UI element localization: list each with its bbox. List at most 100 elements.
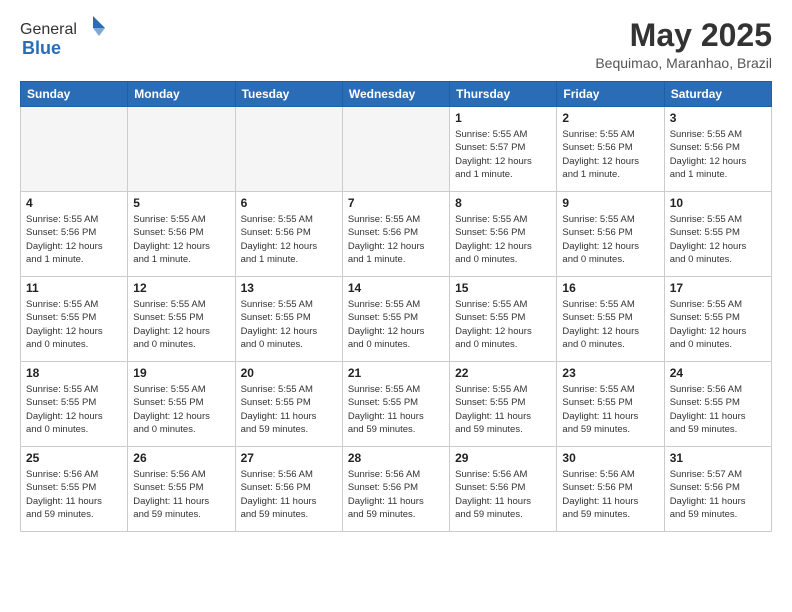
day-info-11: Sunrise: 5:55 AMSunset: 5:55 PMDaylight:… (26, 298, 122, 351)
day-info-18: Sunrise: 5:55 AMSunset: 5:55 PMDaylight:… (26, 383, 122, 436)
col-friday: Friday (557, 82, 664, 107)
day-number-19: 19 (133, 366, 229, 380)
day-number-9: 9 (562, 196, 658, 210)
day-number-18: 18 (26, 366, 122, 380)
day-number-1: 1 (455, 111, 551, 125)
calendar-header-row: Sunday Monday Tuesday Wednesday Thursday… (21, 82, 772, 107)
day-number-28: 28 (348, 451, 444, 465)
day-number-4: 4 (26, 196, 122, 210)
day-number-11: 11 (26, 281, 122, 295)
day-info-4: Sunrise: 5:55 AMSunset: 5:56 PMDaylight:… (26, 213, 122, 266)
day-info-27: Sunrise: 5:56 AMSunset: 5:56 PMDaylight:… (241, 468, 337, 521)
cell-week3-day2: 13Sunrise: 5:55 AMSunset: 5:55 PMDayligh… (235, 277, 342, 362)
col-saturday: Saturday (664, 82, 771, 107)
day-info-16: Sunrise: 5:55 AMSunset: 5:55 PMDaylight:… (562, 298, 658, 351)
cell-week1-day0 (21, 107, 128, 192)
logo-general-text: General (20, 21, 77, 39)
day-info-13: Sunrise: 5:55 AMSunset: 5:55 PMDaylight:… (241, 298, 337, 351)
day-info-31: Sunrise: 5:57 AMSunset: 5:56 PMDaylight:… (670, 468, 766, 521)
calendar-table: Sunday Monday Tuesday Wednesday Thursday… (20, 81, 772, 532)
cell-week4-day3: 21 Sunrise: 5:55 AMSunset: 5:55 PMDayligh… (342, 362, 449, 447)
cell-week2-day4: 8 Sunrise: 5:55 AMSunset: 5:56 PMDaylight… (450, 192, 557, 277)
week-row-5: 25 Sunrise: 5:56 AMSunset: 5:55 PMDayligh… (21, 447, 772, 532)
cell-week3-day6: 17 Sunrise: 5:55 AMSunset: 5:55 PMDayligh… (664, 277, 771, 362)
week-row-2: 4 Sunrise: 5:55 AMSunset: 5:56 PMDaylight… (21, 192, 772, 277)
title-location: Bequimao, Maranhao, Brazil (595, 55, 772, 71)
cell-week3-day4: 15Sunrise: 5:55 AMSunset: 5:55 PMDayligh… (450, 277, 557, 362)
day-number-10: 10 (670, 196, 766, 210)
cell-week2-day6: 10 Sunrise: 5:55 AMSunset: 5:55 PMDayligh… (664, 192, 771, 277)
day-info-26: Sunrise: 5:56 AMSunset: 5:55 PMDaylight:… (133, 468, 229, 521)
cell-week3-day3: 14 Sunrise: 5:55 AMSunset: 5:55 PMDayligh… (342, 277, 449, 362)
day-info-8: Sunrise: 5:55 AMSunset: 5:56 PMDaylight:… (455, 213, 551, 266)
day-info-29: Sunrise: 5:56 AMSunset: 5:56 PMDaylight:… (455, 468, 551, 521)
cell-week2-day3: 7 Sunrise: 5:55 AMSunset: 5:56 PMDaylight… (342, 192, 449, 277)
cell-week5-day4: 29Sunrise: 5:56 AMSunset: 5:56 PMDayligh… (450, 447, 557, 532)
cell-week1-day1 (128, 107, 235, 192)
day-info-3: Sunrise: 5:55 AMSunset: 5:56 PMDaylight:… (670, 128, 766, 181)
day-info-2: Sunrise: 5:55 AMSunset: 5:56 PMDaylight:… (562, 128, 658, 181)
day-info-22: Sunrise: 5:55 AMSunset: 5:55 PMDaylight:… (455, 383, 551, 436)
day-info-14: Sunrise: 5:55 AMSunset: 5:55 PMDaylight:… (348, 298, 444, 351)
day-number-2: 2 (562, 111, 658, 125)
day-number-3: 3 (670, 111, 766, 125)
cell-week1-day6: 3 Sunrise: 5:55 AMSunset: 5:56 PMDaylight… (664, 107, 771, 192)
day-info-1: Sunrise: 5:55 AMSunset: 5:57 PMDaylight:… (455, 128, 551, 181)
day-number-31: 31 (670, 451, 766, 465)
day-number-21: 21 (348, 366, 444, 380)
day-number-30: 30 (562, 451, 658, 465)
col-thursday: Thursday (450, 82, 557, 107)
cell-week4-day4: 22Sunrise: 5:55 AMSunset: 5:55 PMDayligh… (450, 362, 557, 447)
day-number-17: 17 (670, 281, 766, 295)
cell-week4-day2: 20 Sunrise: 5:55 AMSunset: 5:55 PMDayligh… (235, 362, 342, 447)
cell-week3-day1: 12 Sunrise: 5:55 AMSunset: 5:55 PMDayligh… (128, 277, 235, 362)
day-number-24: 24 (670, 366, 766, 380)
day-info-10: Sunrise: 5:55 AMSunset: 5:55 PMDaylight:… (670, 213, 766, 266)
week-row-3: 11 Sunrise: 5:55 AMSunset: 5:55 PMDayligh… (21, 277, 772, 362)
day-info-20: Sunrise: 5:55 AMSunset: 5:55 PMDaylight:… (241, 383, 337, 436)
day-number-14: 14 (348, 281, 444, 295)
day-info-15: Sunrise: 5:55 AMSunset: 5:55 PMDaylight:… (455, 298, 551, 351)
day-number-12: 12 (133, 281, 229, 295)
cell-week2-day2: 6 Sunrise: 5:55 AMSunset: 5:56 PMDaylight… (235, 192, 342, 277)
logo-icon (79, 14, 107, 42)
cell-week4-day6: 24 Sunrise: 5:56 AMSunset: 5:55 PMDayligh… (664, 362, 771, 447)
day-number-7: 7 (348, 196, 444, 210)
day-info-24: Sunrise: 5:56 AMSunset: 5:55 PMDaylight:… (670, 383, 766, 436)
day-info-7: Sunrise: 5:55 AMSunset: 5:56 PMDaylight:… (348, 213, 444, 266)
cell-week2-day5: 9 Sunrise: 5:55 AMSunset: 5:56 PMDaylight… (557, 192, 664, 277)
cell-week5-day1: 26 Sunrise: 5:56 AMSunset: 5:55 PMDayligh… (128, 447, 235, 532)
day-number-25: 25 (26, 451, 122, 465)
cell-week5-day0: 25 Sunrise: 5:56 AMSunset: 5:55 PMDayligh… (21, 447, 128, 532)
day-number-27: 27 (241, 451, 337, 465)
day-info-5: Sunrise: 5:55 AMSunset: 5:56 PMDaylight:… (133, 213, 229, 266)
day-info-23: Sunrise: 5:55 AMSunset: 5:55 PMDaylight:… (562, 383, 658, 436)
col-sunday: Sunday (21, 82, 128, 107)
week-row-1: 1 Sunrise: 5:55 AMSunset: 5:57 PMDaylight… (21, 107, 772, 192)
cell-week1-day2 (235, 107, 342, 192)
header: General Blue May 2025 Bequimao, Maranhao… (20, 18, 772, 71)
day-number-20: 20 (241, 366, 337, 380)
day-info-28: Sunrise: 5:56 AMSunset: 5:56 PMDaylight:… (348, 468, 444, 521)
day-info-25: Sunrise: 5:56 AMSunset: 5:55 PMDaylight:… (26, 468, 122, 521)
cell-week5-day3: 28 Sunrise: 5:56 AMSunset: 5:56 PMDayligh… (342, 447, 449, 532)
day-number-23: 23 (562, 366, 658, 380)
day-info-9: Sunrise: 5:55 AMSunset: 5:56 PMDaylight:… (562, 213, 658, 266)
logo: General Blue (20, 18, 107, 59)
cell-week1-day3 (342, 107, 449, 192)
day-info-6: Sunrise: 5:55 AMSunset: 5:56 PMDaylight:… (241, 213, 337, 266)
day-info-17: Sunrise: 5:55 AMSunset: 5:55 PMDaylight:… (670, 298, 766, 351)
cell-week5-day6: 31 Sunrise: 5:57 AMSunset: 5:56 PMDayligh… (664, 447, 771, 532)
day-number-6: 6 (241, 196, 337, 210)
cell-week3-day5: 16Sunrise: 5:55 AMSunset: 5:55 PMDayligh… (557, 277, 664, 362)
day-info-21: Sunrise: 5:55 AMSunset: 5:55 PMDaylight:… (348, 383, 444, 436)
day-number-8: 8 (455, 196, 551, 210)
cell-week2-day1: 5Sunrise: 5:55 AMSunset: 5:56 PMDaylight… (128, 192, 235, 277)
cell-week1-day4: 1 Sunrise: 5:55 AMSunset: 5:57 PMDaylight… (450, 107, 557, 192)
day-info-30: Sunrise: 5:56 AMSunset: 5:56 PMDaylight:… (562, 468, 658, 521)
day-info-12: Sunrise: 5:55 AMSunset: 5:55 PMDaylight:… (133, 298, 229, 351)
cell-week5-day2: 27 Sunrise: 5:56 AMSunset: 5:56 PMDayligh… (235, 447, 342, 532)
col-wednesday: Wednesday (342, 82, 449, 107)
col-tuesday: Tuesday (235, 82, 342, 107)
day-number-26: 26 (133, 451, 229, 465)
